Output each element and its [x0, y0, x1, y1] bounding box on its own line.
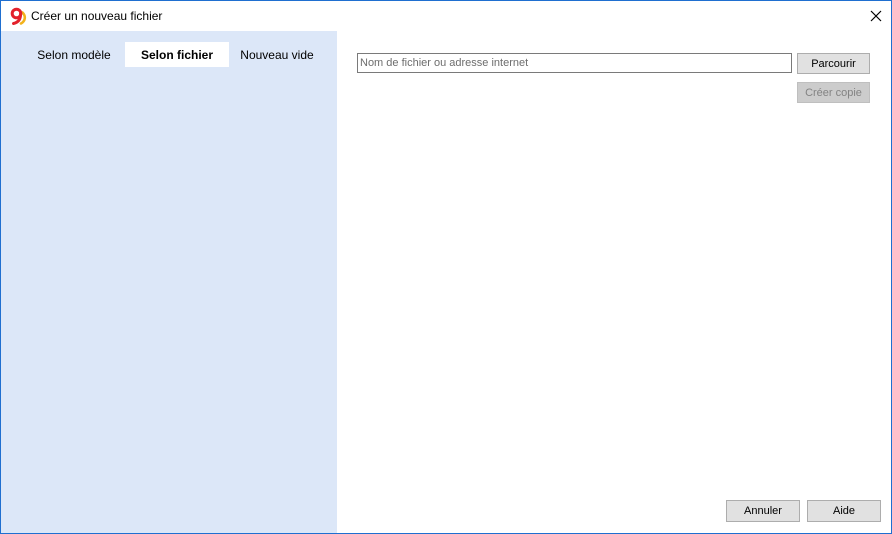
create-copy-button[interactable]: Créer copie	[797, 82, 870, 103]
cancel-button[interactable]: Annuler	[726, 500, 800, 522]
tab-from-template[interactable]: Selon modèle	[25, 42, 123, 67]
browse-button[interactable]: Parcourir	[797, 53, 870, 74]
file-path-input[interactable]	[357, 53, 792, 73]
app-logo-icon	[9, 7, 27, 25]
tab-panel: Selon modèle Selon fichier Nouveau vide	[1, 31, 337, 533]
help-button[interactable]: Aide	[807, 500, 881, 522]
window-title: Créer un nouveau fichier	[31, 9, 163, 23]
tab-new-empty[interactable]: Nouveau vide	[231, 42, 323, 67]
close-icon	[870, 10, 882, 22]
close-button[interactable]	[861, 1, 891, 31]
title-bar: Créer un nouveau fichier	[1, 1, 891, 31]
tab-from-file[interactable]: Selon fichier	[125, 42, 229, 67]
dialog-window: Créer un nouveau fichier Selon modèle Se…	[0, 0, 892, 534]
